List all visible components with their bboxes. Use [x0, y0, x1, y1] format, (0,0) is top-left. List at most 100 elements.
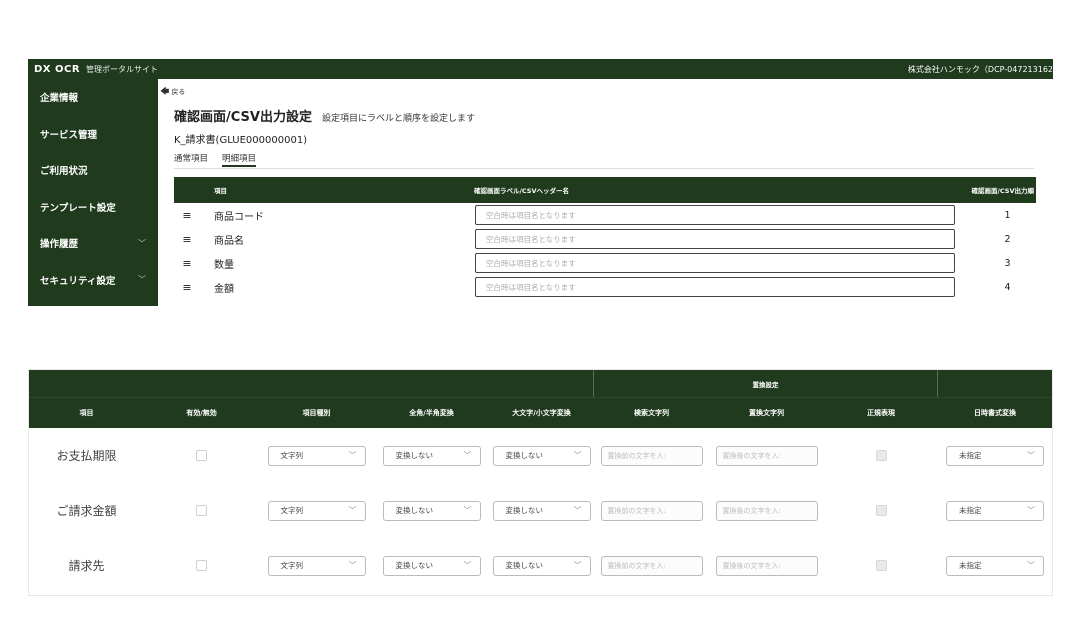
sidebar-item-label: ご利用状況	[40, 166, 88, 178]
drag-handle-icon[interactable]: ≡	[174, 209, 200, 222]
tab-detail-items[interactable]: 明細項目	[222, 149, 257, 167]
chevron-down-icon: ﹀	[348, 506, 357, 515]
sidebar-item-usage[interactable]: ご利用状況	[28, 152, 158, 189]
case-conv-value: 変換しない	[505, 561, 544, 570]
item-label: お支払期限	[56, 449, 117, 463]
sidebar-item-service[interactable]: サービス管理	[28, 116, 158, 153]
label-input[interactable]: 空白時は項目名となります	[475, 229, 955, 249]
enabled-checkbox[interactable]	[196, 450, 207, 461]
date-format-select[interactable]: 未指定 ﹀	[946, 445, 1044, 466]
header-label: 確認画面ラベル/CSVヘッダー名	[474, 187, 569, 195]
sidebar-item-label: セキュリティ設定	[40, 275, 116, 287]
date-format-select[interactable]: 未指定 ﹀	[946, 555, 1044, 576]
page-title: 確認画面/CSV出力設定	[174, 110, 312, 125]
chevron-down-icon: ﹀	[573, 451, 582, 460]
width-conv-value: 変換しない	[395, 451, 434, 460]
header-date-format: 日時書式変換	[974, 409, 1016, 417]
chevron-down-icon: ﹀	[463, 451, 472, 460]
portal-window: DX OCR 管理ポータルサイト 株式会社ハンモック（DCP-047213162…	[28, 59, 1053, 306]
width-conv-value: 変換しない	[395, 561, 434, 570]
item-name: 商品コード	[214, 211, 264, 223]
replace-input[interactable]: 置換後の文字を入:	[715, 445, 818, 466]
tab-normal-items[interactable]: 通常項目	[174, 149, 208, 168]
replace-input[interactable]: 置換後の文字を入:	[715, 500, 818, 521]
table-row: ご請求金額 文字列 ﹀ 変換しない ﹀ 変換しない ﹀ 置換前の文字を入: 置換後の文…	[29, 483, 1052, 538]
enabled-checkbox[interactable]	[196, 560, 207, 571]
header-search: 検索文字列	[634, 409, 669, 417]
chevron-down-icon: ﹀	[348, 451, 357, 460]
type-value: 文字列	[280, 561, 304, 570]
back-label: 戻る	[171, 88, 186, 96]
order-value: 1	[1004, 209, 1011, 221]
table-row: ≡ 金額 空白時は項目名となります 4	[174, 275, 1036, 299]
sidebar-item-security[interactable]: セキュリティ設定 ﹀	[28, 262, 158, 299]
width-conv-select[interactable]: 変換しない ﹀	[382, 445, 481, 466]
regex-checkbox[interactable]	[875, 450, 887, 461]
case-conv-select[interactable]: 変換しない ﹀	[492, 555, 591, 576]
date-format-value: 未指定	[959, 451, 982, 460]
drag-handle-icon[interactable]: ≡	[174, 233, 200, 246]
brand[interactable]: DX OCR 管理ポータルサイト	[34, 64, 158, 75]
type-value: 文字列	[280, 451, 304, 460]
width-conv-select[interactable]: 変換しない ﹀	[382, 555, 481, 576]
item-label-table: 項目 確認画面ラベル/CSVヘッダー名 確認画面/CSV出力順 ≡ 商品コード …	[174, 177, 1036, 299]
width-conv-select[interactable]: 変換しない ﹀	[382, 500, 481, 521]
chevron-down-icon: ﹀	[1027, 561, 1035, 570]
label-input[interactable]: 空白時は項目名となります	[475, 205, 955, 225]
case-conv-select[interactable]: 変換しない ﹀	[492, 445, 591, 466]
column-header-row: 項目 有効/無効 項目種別 全角/半角変換 大文字/小文字変換 検索文字列 置換…	[29, 397, 1052, 428]
search-input[interactable]: 置換前の文字を入:	[600, 500, 703, 521]
chevron-down-icon: ﹀	[138, 238, 146, 248]
replace-input[interactable]: 置換後の文字を入:	[715, 555, 818, 576]
enabled-checkbox[interactable]	[196, 505, 207, 516]
sidebar-item-template[interactable]: テンプレート設定	[28, 189, 158, 226]
company-name[interactable]: 株式会社ハンモック（DCP-047213162	[908, 64, 1053, 75]
chevron-down-icon: ﹀	[573, 506, 582, 515]
regex-checkbox[interactable]	[875, 505, 887, 516]
regex-checkbox[interactable]	[875, 560, 887, 571]
table-header: 項目 確認画面ラベル/CSVヘッダー名 確認画面/CSV出力順	[174, 177, 1036, 203]
chevron-down-icon: ﹀	[463, 561, 472, 570]
chevron-down-icon: ﹀	[573, 561, 582, 570]
search-input[interactable]: 置換前の文字を入:	[600, 445, 703, 466]
drag-handle-icon[interactable]: ≡	[174, 281, 200, 294]
case-conv-value: 変換しない	[505, 451, 544, 460]
item-label: 請求先	[68, 559, 105, 573]
sidebar-item-company[interactable]: 企業情報	[28, 79, 158, 116]
case-conv-select[interactable]: 変換しない ﹀	[492, 500, 591, 521]
type-select[interactable]: 文字列 ﹀	[267, 555, 366, 576]
type-select[interactable]: 文字列 ﹀	[267, 445, 366, 466]
item-name: 金額	[214, 283, 234, 295]
group-header-row: 置換設定	[29, 370, 1052, 397]
table-row: ≡ 商品コード 空白時は項目名となります 1	[174, 203, 1036, 227]
item-label: ご請求金額	[56, 504, 117, 518]
label-input[interactable]: 空白時は項目名となります	[475, 253, 955, 273]
type-select[interactable]: 文字列 ﹀	[267, 500, 366, 521]
top-bar: DX OCR 管理ポータルサイト 株式会社ハンモック（DCP-047213162	[28, 59, 1053, 79]
header-order: 確認画面/CSV出力順	[971, 187, 1034, 195]
search-input[interactable]: 置換前の文字を入:	[600, 555, 703, 576]
arrow-left-icon: 🡄	[160, 87, 170, 97]
date-format-value: 未指定	[959, 506, 982, 515]
back-button[interactable]: 🡄 戻る	[160, 84, 185, 100]
tab-bar: 通常項目 明細項目	[174, 149, 1034, 169]
sidebar-item-label: テンプレート設定	[40, 202, 116, 214]
header-item: 項目	[79, 409, 94, 417]
header-enabled: 有効/無効	[186, 409, 217, 417]
case-conv-value: 変換しない	[505, 506, 544, 515]
chevron-down-icon: ﹀	[463, 506, 472, 515]
width-conv-value: 変換しない	[395, 506, 434, 515]
sidebar-item-history[interactable]: 操作履歴 ﹀	[28, 225, 158, 262]
date-format-select[interactable]: 未指定 ﹀	[946, 500, 1044, 521]
site-name: 管理ポータルサイト	[86, 64, 159, 74]
sidebar: 企業情報 サービス管理 ご利用状況 テンプレート設定 操作履歴 ﹀ セキュリティ設…	[28, 79, 158, 306]
page-header: 確認画面/CSV出力設定 設定項目にラベルと順序を設定します	[174, 106, 475, 125]
label-input[interactable]: 空白時は項目名となります	[475, 277, 955, 297]
conversion-settings-table: 置換設定 項目 有効/無効 項目種別 全角/半角変換 大文字/小文字変換 検索文…	[28, 369, 1053, 596]
header-width-conv: 全角/半角変換	[409, 409, 454, 417]
sidebar-item-label: サービス管理	[40, 129, 98, 141]
sidebar-item-label: 企業情報	[40, 93, 79, 105]
drag-handle-icon[interactable]: ≡	[174, 257, 200, 270]
table-row: お支払期限 文字列 ﹀ 変換しない ﹀ 変換しない ﹀ 置換前の文字を入: 置換後の文…	[29, 428, 1052, 483]
header-replace: 置換文字列	[749, 409, 784, 417]
